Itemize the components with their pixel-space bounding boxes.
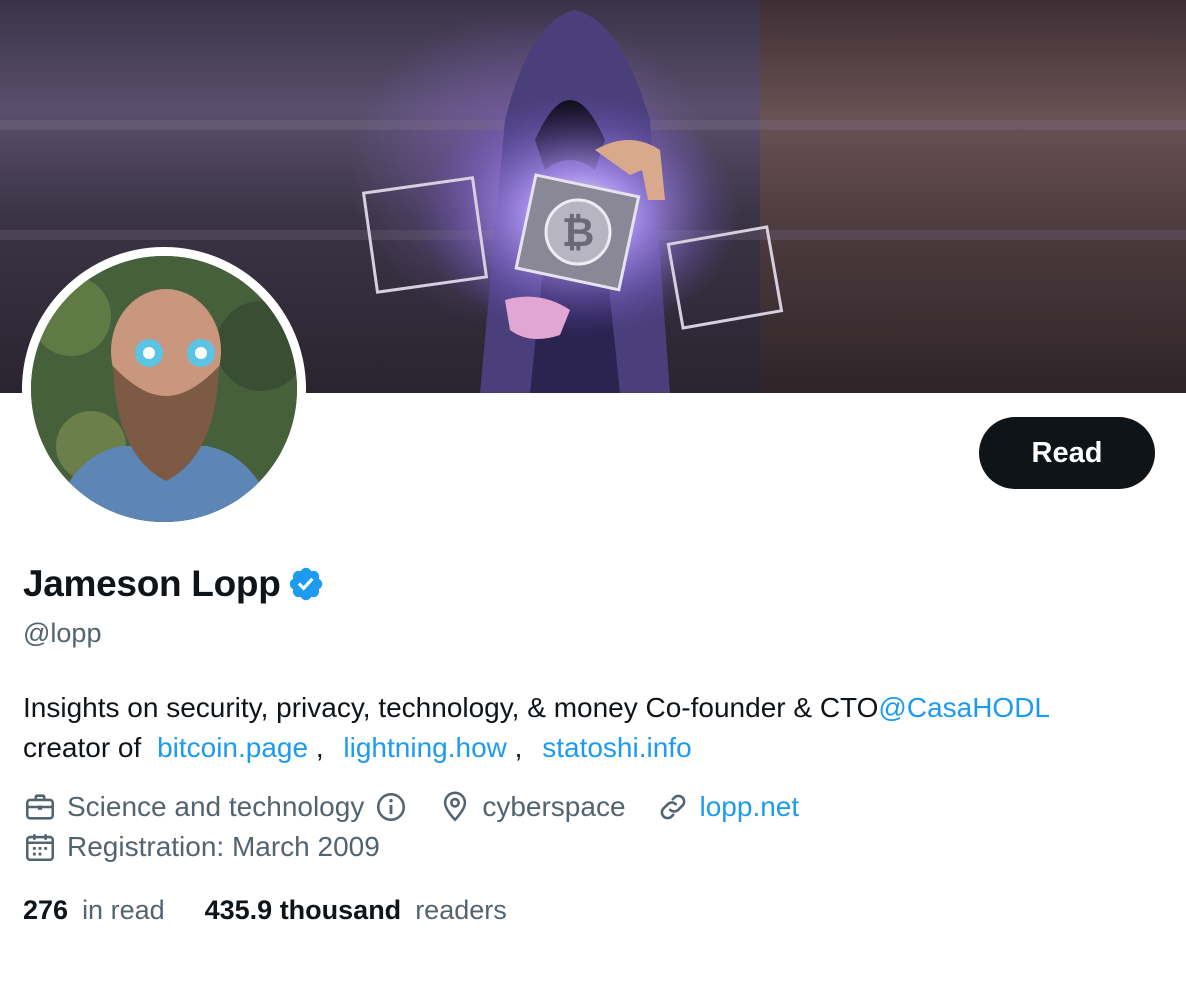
followers-count: 435.9 thousand bbox=[204, 895, 402, 925]
profile-meta-row: Science and technology cyberspace lopp.n… bbox=[23, 790, 799, 824]
name-row: Jameson Lopp bbox=[23, 563, 325, 605]
followers-label: readers bbox=[415, 895, 507, 925]
svg-text:₿: ₿ bbox=[562, 210, 595, 256]
display-name: Jameson Lopp bbox=[23, 563, 281, 604]
verified-badge-icon[interactable] bbox=[287, 565, 325, 603]
following-label: in read bbox=[82, 895, 165, 925]
following-stat[interactable]: 276 in read bbox=[23, 895, 165, 926]
info-icon[interactable] bbox=[374, 790, 408, 824]
bio-text: creator of bbox=[23, 732, 150, 763]
profile-website-link[interactable]: lopp.net bbox=[700, 791, 800, 823]
bio-text: Insights on security, privacy, technolog… bbox=[23, 692, 879, 723]
profile-meta-row: Registration: March 2009 bbox=[23, 830, 380, 864]
bio: Insights on security, privacy, technolog… bbox=[23, 688, 1173, 768]
followers-stat[interactable]: 435.9 thousand readers bbox=[205, 895, 507, 926]
profile-join-date: Registration: March 2009 bbox=[67, 831, 380, 862]
avatar[interactable] bbox=[31, 256, 297, 522]
bio-link[interactable]: statoshi.info bbox=[542, 732, 691, 763]
bio-separator: , bbox=[315, 732, 324, 763]
mention-link[interactable]: @CasaHODL bbox=[878, 692, 1050, 723]
location-pin-icon bbox=[444, 791, 467, 822]
user-handle: @lopp bbox=[23, 618, 102, 648]
read-button[interactable]: Read bbox=[979, 417, 1155, 489]
following-count: 276 bbox=[23, 895, 69, 925]
bio-line-1: Insights on security, privacy, technolog… bbox=[23, 688, 1173, 728]
bio-separator: , bbox=[514, 732, 523, 763]
follow-stats: 276 in read 435.9 thousand readers bbox=[23, 895, 507, 926]
banner-wizard-illustration: ₿ bbox=[361, 10, 784, 393]
profile-category: Science and technology bbox=[67, 791, 365, 822]
bio-link[interactable]: bitcoin.page bbox=[157, 732, 308, 763]
profile-location: cyberspace bbox=[482, 791, 626, 822]
calendar-icon bbox=[25, 834, 55, 862]
bio-line-2: creator of bitcoin.page , lightning.how … bbox=[23, 728, 1173, 768]
briefcase-icon bbox=[25, 794, 55, 820]
link-icon bbox=[660, 794, 685, 820]
avatar-image bbox=[31, 256, 297, 522]
bio-link[interactable]: lightning.how bbox=[343, 732, 506, 763]
